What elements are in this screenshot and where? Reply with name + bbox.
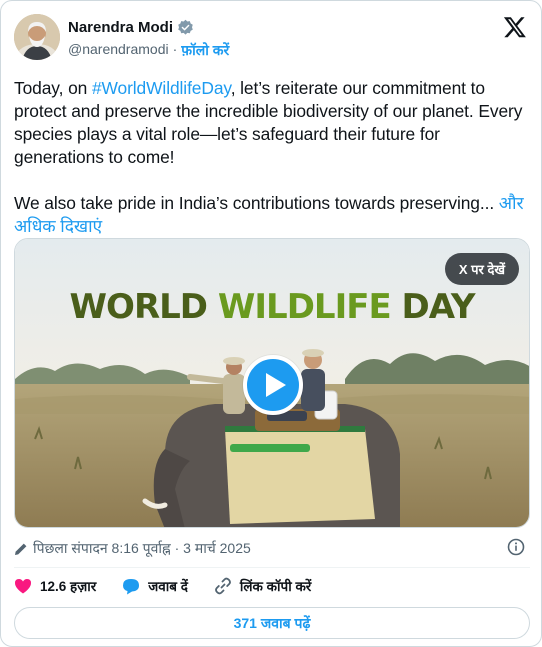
read-replies-button[interactable]: 371 जवाब पढ़ें bbox=[14, 607, 530, 639]
x-logo-icon[interactable] bbox=[503, 15, 527, 39]
info-icon[interactable] bbox=[507, 538, 525, 556]
tweet-text-para2: We also take pride in India’s contributi… bbox=[14, 193, 499, 213]
pencil-icon bbox=[15, 543, 27, 555]
heart-icon bbox=[15, 579, 31, 594]
play-icon bbox=[265, 373, 286, 397]
title-word-wildlife: WILDLIFE bbox=[217, 287, 392, 327]
edit-timestamp[interactable]: पिछला संपादन 8:16 पूर्वाह्न · 3 मार्च 20… bbox=[33, 539, 251, 558]
link-icon bbox=[214, 577, 231, 595]
reply-button[interactable]: जवाब दें bbox=[122, 577, 188, 595]
author-handle-row: @narendramodi · फ़ॉलो करें bbox=[68, 41, 229, 60]
video-title-overlay: WORLD WILDLIFE DAY bbox=[15, 287, 529, 327]
tweet-paragraph-1: Today, on #WorldWildlifeDay, let’s reite… bbox=[14, 77, 529, 169]
play-button[interactable] bbox=[243, 355, 303, 415]
copy-link-button[interactable]: लिंक कॉपी करें bbox=[214, 577, 311, 595]
handle-separator: · bbox=[172, 41, 178, 57]
tweet-paragraph-2: We also take pride in India’s contributi… bbox=[14, 192, 529, 238]
verified-badge-icon bbox=[178, 19, 193, 35]
author-name-row: Narendra Modi bbox=[68, 19, 194, 36]
tweet-card: Narendra Modi @narendramodi · फ़ॉलो करें… bbox=[0, 0, 542, 647]
reply-label: जवाब दें bbox=[148, 579, 188, 594]
view-on-x-button[interactable]: X पर देखें bbox=[444, 253, 519, 285]
reply-bubble-icon bbox=[123, 578, 140, 594]
copy-link-label: लिंक कॉपी करें bbox=[239, 579, 312, 594]
action-bar: 12.6 हज़ार जवाब दें लिंक कॉपी करें bbox=[14, 577, 337, 595]
hashtag-link[interactable]: #WorldWildlifeDay bbox=[92, 78, 231, 98]
author-handle[interactable]: @narendramodi bbox=[68, 41, 169, 60]
author-avatar[interactable] bbox=[14, 14, 60, 60]
tweet-text: Today, on #WorldWildlifeDay, let’s reite… bbox=[14, 77, 529, 238]
divider bbox=[14, 567, 530, 568]
tweet-text-start: Today, on bbox=[14, 78, 92, 98]
edit-info-row: पिछला संपादन 8:16 पूर्वाह्न · 3 मार्च 20… bbox=[14, 539, 251, 558]
title-word-day: DAY bbox=[401, 287, 476, 327]
follow-button[interactable]: फ़ॉलो करें bbox=[181, 41, 229, 60]
title-word-world: WORLD bbox=[69, 287, 208, 327]
author-name[interactable]: Narendra Modi bbox=[68, 19, 173, 36]
video-media[interactable]: WORLD WILDLIFE DAY X पर देखें bbox=[14, 238, 530, 528]
like-count: 12.6 हज़ार bbox=[40, 579, 97, 594]
like-button[interactable]: 12.6 हज़ार bbox=[14, 577, 96, 595]
